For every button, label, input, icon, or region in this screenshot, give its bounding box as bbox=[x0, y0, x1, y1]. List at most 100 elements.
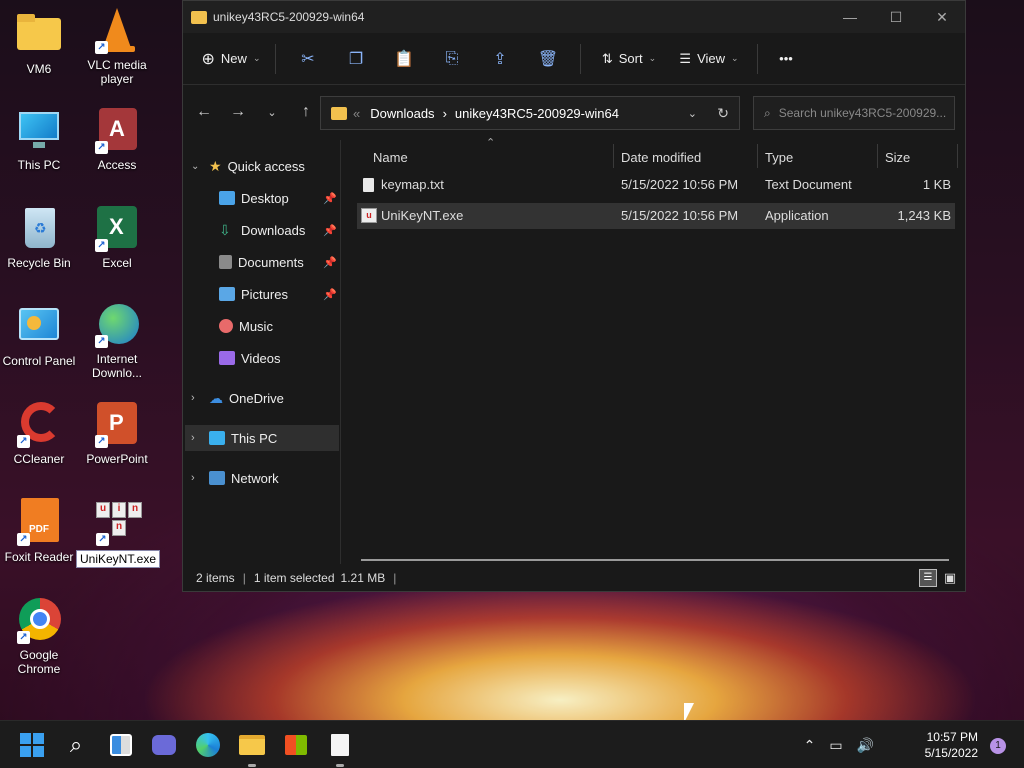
notification-badge[interactable]: 1 bbox=[990, 738, 1006, 754]
column-header-type[interactable]: Type bbox=[765, 146, 793, 170]
file-row[interactable]: keymap.txt 5/15/2022 10:56 PM Text Docum… bbox=[357, 172, 955, 198]
desktop-icon-this-pc[interactable]: This PC bbox=[0, 106, 78, 172]
desktop-icon-chrome[interactable]: ↗ Google Chrome bbox=[0, 596, 78, 676]
arrow-up-icon: ↑ bbox=[302, 103, 310, 120]
chat-button[interactable] bbox=[144, 729, 184, 761]
pin-icon: 📌 bbox=[323, 224, 337, 237]
up-button[interactable]: ↑ bbox=[289, 103, 323, 121]
horizontal-scrollbar[interactable] bbox=[361, 559, 949, 561]
desktop-icon-idm[interactable]: ↗ Internet Downlo... bbox=[78, 300, 156, 380]
file-explorer-button[interactable] bbox=[232, 729, 272, 767]
nav-item-documents[interactable]: Documents 📌 bbox=[219, 249, 337, 275]
back-button[interactable]: ← bbox=[187, 103, 221, 121]
chevron-right-icon: › bbox=[191, 472, 195, 484]
search-box[interactable]: ⌕ Search unikey43RC5-200929... bbox=[753, 96, 955, 130]
tiles-view-toggle[interactable]: ▣ bbox=[941, 569, 959, 587]
file-type: Application bbox=[765, 208, 829, 223]
desktop-icon-access[interactable]: A ↗ Access bbox=[78, 106, 156, 172]
desktop-icon-ccleaner[interactable]: ↗ CCleaner bbox=[0, 400, 78, 466]
refresh-icon[interactable]: ↻ bbox=[717, 105, 729, 122]
arrow-right-icon: → bbox=[230, 103, 246, 120]
nav-onedrive[interactable]: › ☁ OneDrive bbox=[191, 385, 284, 411]
column-header-size[interactable]: Size bbox=[885, 146, 910, 170]
clock[interactable]: 10:57 PM 5/15/2022 bbox=[925, 729, 978, 761]
chrome-icon: ↗ bbox=[15, 596, 63, 644]
breadcrumb-separator: › bbox=[442, 105, 447, 121]
selection-count: 1 item selected bbox=[253, 571, 335, 585]
desktop-icon-control-panel[interactable]: Control Panel bbox=[0, 302, 78, 368]
copy-button[interactable]: ❐ bbox=[332, 42, 380, 76]
store-button[interactable] bbox=[276, 729, 316, 761]
file-row-selected[interactable]: u UniKeyNT.exe 5/15/2022 10:56 PM Applic… bbox=[357, 203, 955, 229]
desktop-icon-vm6[interactable]: VM6 bbox=[0, 10, 78, 76]
recent-locations-button[interactable]: ⌄ bbox=[255, 106, 289, 119]
navigation-pane: ⌄ ★ Quick access Desktop 📌 ⇩ Downloads 📌… bbox=[183, 140, 341, 564]
column-divider[interactable] bbox=[757, 144, 758, 168]
cut-button[interactable]: ✂ bbox=[284, 42, 332, 76]
column-divider[interactable] bbox=[613, 144, 614, 168]
file-size: 1 KB bbox=[922, 177, 951, 192]
shortcut-arrow-icon: ↗ bbox=[17, 631, 30, 644]
desktop-icon-recycle-bin[interactable]: ♻ Recycle Bin bbox=[0, 204, 78, 270]
desktop-icon-foxit[interactable]: PDF ↗ Foxit Reader bbox=[0, 498, 78, 564]
volume-icon[interactable]: 🔊 bbox=[857, 737, 874, 754]
desktop-icon-powerpoint[interactable]: P ↗ PowerPoint bbox=[78, 400, 156, 466]
file-type: Text Document bbox=[765, 177, 852, 192]
file-list: ⌃ Name Date modified Type Size keymap.tx… bbox=[357, 137, 959, 564]
scissors-icon: ✂ bbox=[301, 50, 315, 68]
column-header-name[interactable]: Name bbox=[373, 146, 408, 170]
close-button[interactable]: ✕ bbox=[919, 1, 965, 33]
nav-item-music[interactable]: Music bbox=[219, 313, 273, 339]
details-view-toggle[interactable]: ☰ bbox=[919, 569, 937, 587]
desktop-icon-excel[interactable]: X ↗ Excel bbox=[78, 204, 156, 270]
widgets-button[interactable] bbox=[101, 729, 141, 761]
share-button[interactable]: ⇪ bbox=[476, 42, 524, 76]
sort-button[interactable]: ⇅ Sort ⌄ bbox=[589, 42, 669, 76]
address-bar[interactable]: « Downloads › unikey43RC5-200929-win64 ⌄… bbox=[320, 96, 740, 130]
delete-button[interactable]: 🗑 bbox=[524, 42, 572, 76]
start-button[interactable] bbox=[12, 729, 52, 761]
network-icon bbox=[209, 471, 225, 485]
taskbar-search-button[interactable]: ⌕ bbox=[56, 729, 96, 761]
view-button[interactable]: ☰ View ⌄ bbox=[669, 42, 749, 76]
nav-item-downloads[interactable]: ⇩ Downloads 📌 bbox=[219, 217, 337, 243]
maximize-button[interactable]: ☐ bbox=[873, 1, 919, 33]
overflow-chevron[interactable]: « bbox=[353, 106, 360, 121]
text-file-icon bbox=[363, 178, 374, 192]
notepad-button[interactable] bbox=[320, 729, 360, 767]
new-button[interactable]: ⊕ New ⌄ bbox=[195, 42, 267, 76]
forward-button[interactable]: → bbox=[221, 103, 255, 121]
plus-icon: ⊕ bbox=[201, 50, 215, 68]
chevron-down-icon: ⌄ bbox=[252, 53, 261, 63]
nav-quick-access[interactable]: ⌄ ★ Quick access bbox=[191, 153, 305, 179]
status-divider: | bbox=[242, 571, 246, 585]
paste-button[interactable]: 📋 bbox=[380, 42, 428, 76]
chevron-right-icon: › bbox=[191, 392, 195, 404]
shortcut-arrow-icon: ↗ bbox=[95, 41, 108, 54]
chevron-down-icon[interactable]: ⌄ bbox=[688, 107, 697, 120]
breadcrumb-current-folder[interactable]: unikey43RC5-200929-win64 bbox=[455, 106, 619, 121]
nav-item-pictures[interactable]: Pictures 📌 bbox=[219, 281, 337, 307]
more-options-button[interactable]: ••• bbox=[766, 42, 806, 76]
taskbar: ⌕ ⌃ ▭ 🔊 10:57 PM 5/15/2022 1 bbox=[0, 720, 1024, 768]
file-size: 1,243 KB bbox=[897, 208, 952, 223]
view-icon: ☰ bbox=[679, 50, 692, 66]
rename-button[interactable]: ⎘ bbox=[428, 42, 476, 76]
column-divider[interactable] bbox=[957, 144, 958, 168]
column-divider[interactable] bbox=[877, 144, 878, 168]
chevron-up-icon[interactable]: ⌃ bbox=[804, 737, 816, 754]
vlc-icon: ↗ bbox=[93, 6, 141, 54]
nav-network[interactable]: › Network bbox=[191, 465, 279, 491]
desktop-icon-vlc[interactable]: ↗ VLC media player bbox=[78, 6, 156, 86]
edge-button[interactable] bbox=[188, 729, 228, 761]
widgets-icon bbox=[110, 734, 132, 756]
nav-item-desktop[interactable]: Desktop 📌 bbox=[219, 185, 337, 211]
breadcrumb-downloads[interactable]: Downloads bbox=[370, 106, 434, 121]
nav-item-videos[interactable]: Videos bbox=[219, 345, 281, 371]
column-header-date[interactable]: Date modified bbox=[621, 146, 701, 170]
network-icon[interactable]: ▭ bbox=[829, 737, 842, 754]
desktop-icon-unikey[interactable]: u i n n ↗ UniKeyNT.exe bbox=[76, 498, 161, 568]
minimize-button[interactable]: — bbox=[827, 1, 873, 33]
title-bar[interactable]: unikey43RC5-200929-win64 — ☐ ✕ bbox=[183, 1, 965, 33]
nav-this-pc[interactable]: › This PC bbox=[185, 425, 339, 451]
